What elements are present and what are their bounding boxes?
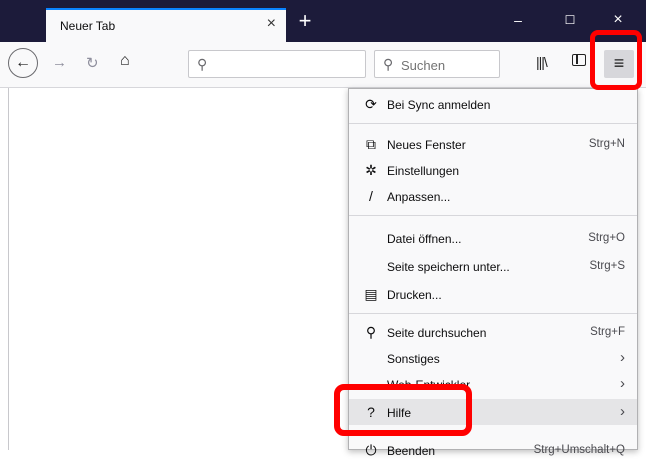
sync-icon: ⟳ [365, 96, 377, 112]
menu-separator [349, 215, 637, 216]
tab-title: Neuer Tab [60, 19, 116, 33]
highlight-box [334, 384, 472, 436]
search-icon: ⚲ [197, 56, 208, 72]
menu-item-print[interactable]: ▤ Drucken... [349, 283, 637, 307]
home-icon[interactable]: ⌂ [120, 52, 130, 70]
gear-icon: ✲ [365, 162, 377, 178]
menu-item-label: Seite durchsuchen [387, 326, 487, 340]
menu-item-save-page[interactable]: Seite speichern unter... Strg+S [349, 255, 637, 279]
search-icon: ⚲ [365, 324, 377, 340]
menu-item-settings[interactable]: ✲ Einstellungen [349, 159, 637, 183]
brush-icon: / [369, 188, 373, 204]
menu-item-label: Datei öffnen... [387, 232, 462, 246]
menu-item-shortcut: Strg+S [589, 260, 625, 272]
menu-item-label: Neues Fenster [387, 138, 466, 152]
url-bar[interactable]: ⚲ [188, 50, 366, 78]
menu-item-shortcut: Strg+Umschalt+Q [533, 444, 625, 456]
menu-item-quit[interactable]: ⏻ Beenden Strg+Umschalt+Q [349, 439, 637, 463]
tab-neuer-tab[interactable]: Neuer Tab × [46, 8, 286, 42]
forward-icon[interactable]: → [52, 54, 67, 71]
menu-item-label: Anpassen... [387, 190, 451, 204]
menu-item-shortcut: Strg+F [590, 326, 625, 338]
maximize-button[interactable]: ☐ [550, 8, 590, 32]
nav-toolbar: ← → ↻ ⌂ ⚲ ⚲ Suchen |||\ ≡ [0, 42, 646, 88]
new-tab-button[interactable]: + [290, 8, 320, 36]
menu-item-label: Einstellungen [387, 164, 460, 178]
menu-item-label: Drucken... [387, 288, 442, 302]
chevron-right-icon: › [620, 375, 625, 392]
menu-item-more[interactable]: Sonstiges › [349, 347, 637, 371]
menu-item-label: Bei Sync anmelden [387, 98, 491, 112]
search-icon: ⚲ [383, 56, 394, 72]
menu-item-label: Seite speichern unter... [387, 260, 510, 274]
printer-icon: ▤ [364, 286, 378, 302]
menu-item-customize[interactable]: / Anpassen... [349, 185, 637, 209]
back-button[interactable]: ← [8, 48, 38, 78]
title-bar: Neuer Tab × + – ☐ × [0, 0, 646, 42]
menu-separator [349, 313, 637, 314]
sidebar-icon[interactable] [572, 54, 586, 66]
menu-item-label: Sonstiges [387, 352, 440, 366]
new-window-icon: ⧉ [366, 136, 376, 152]
menu-item-shortcut: Strg+O [588, 232, 625, 244]
search-input[interactable]: ⚲ Suchen [374, 50, 500, 78]
highlight-box [590, 30, 642, 90]
menu-item-sync[interactable]: ⟳ Bei Sync anmelden [349, 93, 637, 117]
menu-item-shortcut: Strg+N [588, 138, 625, 150]
chevron-right-icon: › [620, 349, 625, 366]
menu-item-find[interactable]: ⚲ Seite durchsuchen Strg+F [349, 321, 637, 345]
reload-icon[interactable]: ↻ [86, 54, 99, 72]
menu-item-new-window[interactable]: ⧉ Neues Fenster Strg+N [349, 133, 637, 157]
close-window-button[interactable]: × [598, 8, 638, 32]
library-icon[interactable]: |||\ [536, 54, 548, 70]
power-icon: ⏻ [365, 442, 377, 458]
chevron-right-icon: › [620, 403, 625, 420]
menu-item-open-file[interactable]: Datei öffnen... Strg+O [349, 227, 637, 251]
menu-separator [349, 123, 637, 124]
page-content-border [8, 88, 9, 450]
search-placeholder: Suchen [401, 58, 446, 73]
menu-item-label: Beenden [387, 444, 436, 458]
tab-close-icon[interactable]: × [267, 16, 276, 32]
minimize-button[interactable]: – [498, 8, 538, 32]
